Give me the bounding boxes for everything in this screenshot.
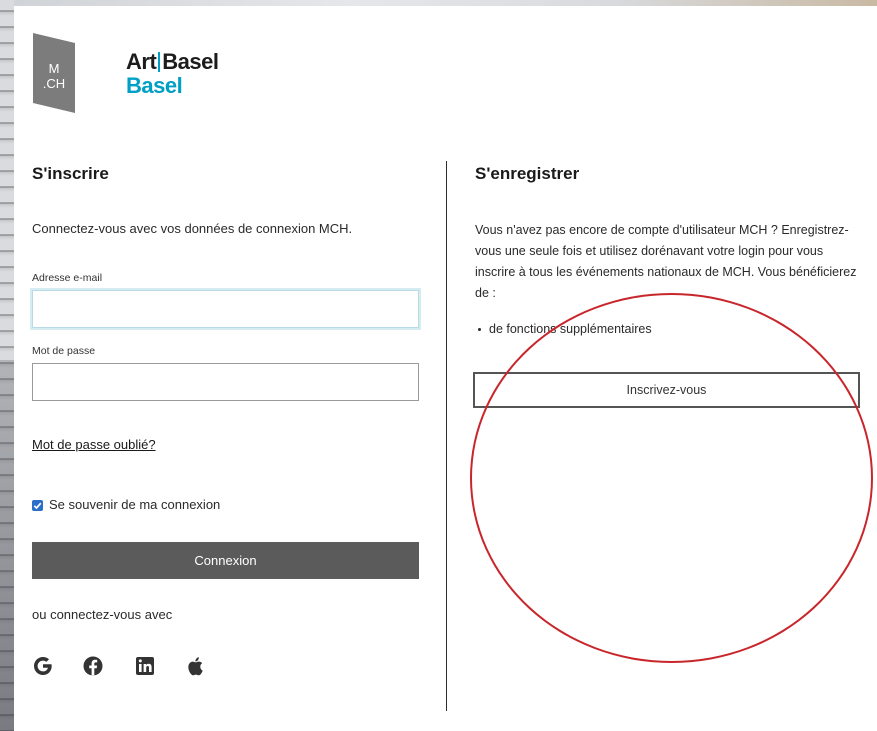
remember-me-checkbox[interactable] (32, 500, 43, 511)
annotation-circle (470, 293, 873, 663)
linkedin-icon[interactable] (134, 654, 156, 678)
remember-me-label[interactable]: Se souvenir de ma connexion (49, 497, 220, 512)
forgot-password-link[interactable]: Mot de passe oublié? (32, 437, 156, 452)
email-field[interactable] (32, 290, 419, 328)
login-button[interactable]: Connexion (32, 542, 419, 579)
mch-logo-icon: M .CH (33, 33, 75, 113)
mch-logo-bottom-text: .CH (43, 76, 65, 91)
checkmark-icon (33, 502, 42, 510)
art-basel-logo: Art Basel Basel (126, 50, 219, 98)
email-label: Adresse e-mail (32, 272, 103, 284)
login-intro: Connectez-vous avec vos données de conne… (32, 221, 353, 236)
password-label: Mot de passe (32, 345, 96, 357)
brand-city: Basel (126, 73, 183, 98)
background-left (0, 0, 14, 731)
register-benefit-text: de fonctions supplémentaires (489, 322, 652, 336)
apple-icon[interactable] (184, 654, 206, 678)
facebook-icon[interactable] (82, 654, 104, 678)
brand-basel: Basel (162, 49, 219, 74)
login-title: S'inscrire (32, 164, 109, 183)
register-description: Vous n'avez pas encore de compte d'utili… (475, 223, 857, 300)
brand-separator (158, 52, 161, 72)
social-login-label: ou connectez-vous avec (32, 607, 173, 622)
register-benefit-item: de fonctions supplémentaires (478, 322, 652, 336)
google-icon[interactable] (32, 654, 54, 678)
mch-logo-top-text: M (49, 61, 60, 76)
bullet-dot-icon (478, 328, 481, 332)
password-field[interactable] (32, 363, 419, 401)
register-title: S'enregistrer (475, 164, 580, 183)
login-card: M .CH Art Basel Basel S'inscrire Connect… (14, 6, 877, 731)
brand-art: Art (126, 49, 157, 74)
register-button[interactable]: Inscrivez-vous (473, 372, 860, 408)
column-divider (446, 161, 447, 711)
